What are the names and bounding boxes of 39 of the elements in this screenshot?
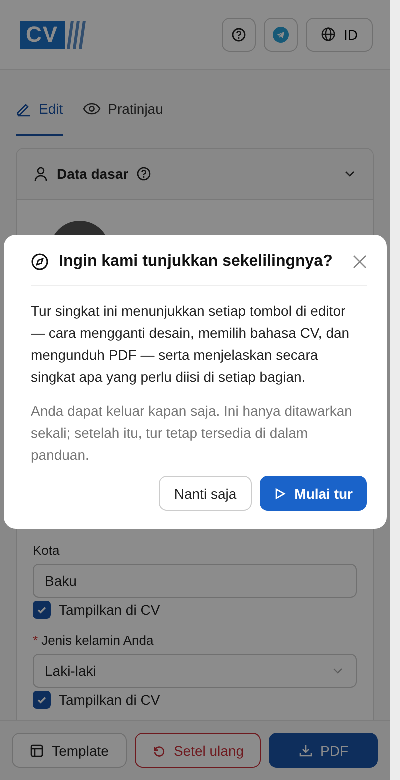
close-icon[interactable]	[353, 255, 367, 269]
field-label: Kota	[33, 543, 61, 558]
section-title: Data dasar	[57, 166, 129, 182]
person-icon	[33, 166, 49, 182]
stripes-icon	[66, 20, 87, 48]
required-mark: *	[33, 633, 38, 648]
help-icon	[232, 28, 246, 42]
checkmark-icon	[36, 604, 48, 616]
field-label: * Jenis kelamin Anda	[33, 633, 155, 648]
start-tour-button[interactable]: Mulai tur	[260, 476, 367, 511]
dialog-note: Anda dapat keluar kapan saja. Ini hanya ditawarkan sekali; setelah itu, tur tetap tersedia di dalam panduan.	[31, 402, 354, 465]
telegram-button[interactable]	[264, 18, 298, 52]
reset-icon	[152, 744, 166, 758]
reset-button[interactable]: Setel ulang	[135, 733, 261, 768]
tab[interactable]: Edit	[16, 94, 64, 136]
layout-icon	[30, 744, 44, 758]
checkmark-icon	[36, 694, 48, 706]
section-header[interactable]: Data dasar	[17, 149, 373, 200]
pdf-button[interactable]: PDF	[269, 733, 378, 768]
template-button[interactable]: Template	[12, 733, 127, 768]
select-field[interactable]: Laki-laki	[33, 654, 357, 688]
dialog-title: Ingin kami tunjukkan sekelilingnya?	[59, 253, 333, 271]
play-icon	[274, 488, 286, 500]
paper-plane-icon	[273, 26, 289, 42]
help-icon[interactable]	[136, 167, 151, 181]
dialog-text: Tur singkat ini menunjukkan setiap tombol di editor — cara mengganti desain, memilih bahasa CV, dan mengunduh PDF — serta menjelaskan secara singkat apa yang perlu diisi di setiap bagian.	[31, 302, 351, 387]
checkbox[interactable]	[33, 691, 51, 709]
download-icon	[298, 744, 312, 758]
text-field[interactable]: Baku	[33, 564, 357, 598]
help-button[interactable]	[222, 18, 256, 52]
checkbox-label: Tampilkan di CV	[59, 692, 160, 708]
later-button[interactable]: Nanti saja	[159, 476, 252, 511]
compass-icon	[31, 253, 49, 271]
globe-icon	[321, 27, 336, 42]
checkbox-label: Tampilkan di CV	[59, 602, 160, 618]
language-button[interactable]: ID	[306, 18, 373, 52]
eye-icon	[83, 101, 102, 117]
checkbox[interactable]	[33, 601, 51, 619]
tab[interactable]: Pratinjau	[83, 94, 164, 136]
